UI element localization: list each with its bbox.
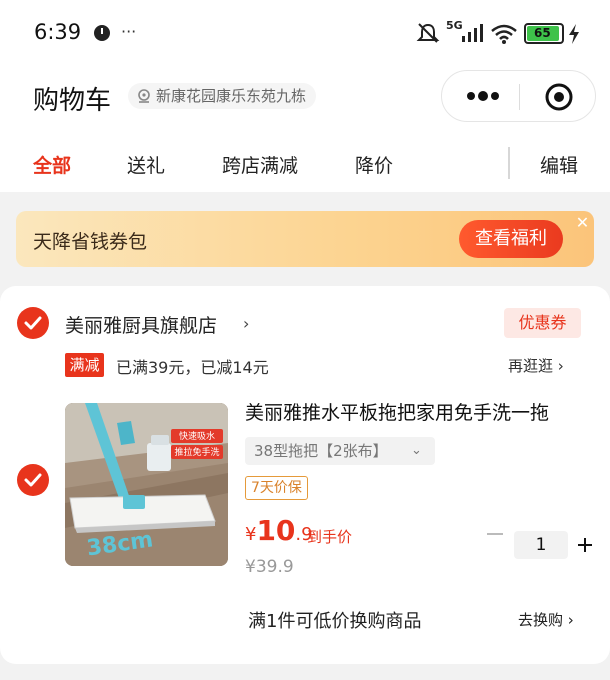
image-label-absorb: 快速吸水 bbox=[179, 430, 215, 442]
capsule-divider bbox=[519, 84, 520, 110]
price-note: 到手价 bbox=[307, 528, 353, 546]
battery-icon: 65 bbox=[524, 23, 564, 44]
increase-quantity-button[interactable] bbox=[575, 535, 595, 555]
page-title: 购物车 bbox=[33, 86, 112, 116]
miniprogram-capsule bbox=[441, 70, 596, 122]
chevron-down-icon: ⌄ bbox=[411, 443, 422, 458]
promo-text: 已满39元，已减14元 bbox=[116, 358, 269, 377]
battery-level: 65 bbox=[534, 26, 551, 40]
address-text: 新康花园康乐东苑九栋 bbox=[156, 87, 307, 105]
network-type-label: 5G bbox=[446, 19, 463, 32]
final-price: ¥10.9 bbox=[245, 514, 313, 547]
tab-cross-store-discount[interactable]: 跨店满减 bbox=[222, 151, 298, 178]
view-benefits-button[interactable]: 查看福利 bbox=[459, 220, 563, 258]
store-name[interactable]: 美丽雅厨具旗舰店 bbox=[65, 311, 217, 338]
location-pin-icon bbox=[138, 89, 150, 103]
checkmark-icon bbox=[24, 316, 42, 330]
spec-text: 38型拖把【2张布】 bbox=[254, 442, 388, 460]
coupon-button[interactable]: 优惠券 bbox=[504, 308, 581, 338]
store-chevron-icon[interactable]: › bbox=[243, 314, 249, 333]
swap-offer-text: 满1件可低价换购商品 bbox=[248, 611, 422, 632]
address-selector[interactable]: 新康花园康乐东苑九栋 bbox=[128, 83, 317, 109]
product-image[interactable]: 快速吸水 推拉免手洗 38cm bbox=[65, 403, 228, 566]
close-miniprogram-icon[interactable] bbox=[544, 82, 574, 112]
tab-price-drop[interactable]: 降价 bbox=[355, 151, 393, 178]
wifi-icon bbox=[491, 24, 517, 44]
mute-bell-icon bbox=[416, 23, 440, 43]
more-status-icon: ··· bbox=[121, 22, 137, 41]
store-cart-card: 美丽雅厨具旗舰店 › 优惠券 满减 已满39元，已减14元 再逛逛 › 快速吸水… bbox=[0, 286, 610, 664]
price-symbol: ¥ bbox=[245, 524, 257, 545]
product-title[interactable]: 美丽雅推水平板拖把家用免手洗一拖 bbox=[245, 398, 549, 425]
header-area: 6:39 ··· 5G 65 购物车 新康花园康乐东苑九栋 全部 送礼 跨店满减… bbox=[0, 0, 610, 192]
notification-icon bbox=[94, 25, 110, 41]
tab-all[interactable]: 全部 bbox=[33, 151, 71, 178]
decrease-quantity-button[interactable] bbox=[487, 533, 503, 535]
spec-selector[interactable]: 38型拖把【2张布】 ⌄ bbox=[245, 437, 435, 465]
promo-tag: 满减 bbox=[65, 353, 104, 377]
edit-button[interactable]: 编辑 bbox=[540, 151, 578, 178]
more-options-icon[interactable] bbox=[466, 89, 500, 103]
original-price: ¥39.9 bbox=[245, 557, 294, 577]
banner-text: 天降省钱券包 bbox=[33, 231, 148, 253]
tab-gift[interactable]: 送礼 bbox=[127, 151, 165, 178]
price-guarantee-badge: 7天价保 bbox=[245, 476, 308, 500]
price-integer: 10 bbox=[256, 514, 296, 547]
charging-icon bbox=[569, 24, 579, 44]
checkmark-icon bbox=[24, 473, 42, 487]
swap-link[interactable]: 去换购 › bbox=[518, 609, 574, 630]
mop-illustration: 快速吸水 推拉免手洗 38cm bbox=[65, 403, 228, 566]
image-label-push-pull: 推拉免手洗 bbox=[174, 446, 219, 458]
continue-shopping-link[interactable]: 再逛逛 › bbox=[508, 355, 564, 376]
quantity-input[interactable]: 1 bbox=[514, 531, 568, 559]
status-bar: 6:39 ··· 5G 65 bbox=[0, 0, 610, 66]
product-checkbox[interactable] bbox=[17, 464, 49, 496]
clock: 6:39 bbox=[34, 20, 82, 44]
tab-divider bbox=[508, 147, 510, 179]
store-checkbox[interactable] bbox=[17, 307, 49, 339]
coupon-banner[interactable]: 天降省钱券包 查看福利 ✕ bbox=[16, 211, 594, 267]
banner-close-icon[interactable]: ✕ bbox=[573, 213, 592, 232]
signal-icon bbox=[462, 24, 483, 42]
